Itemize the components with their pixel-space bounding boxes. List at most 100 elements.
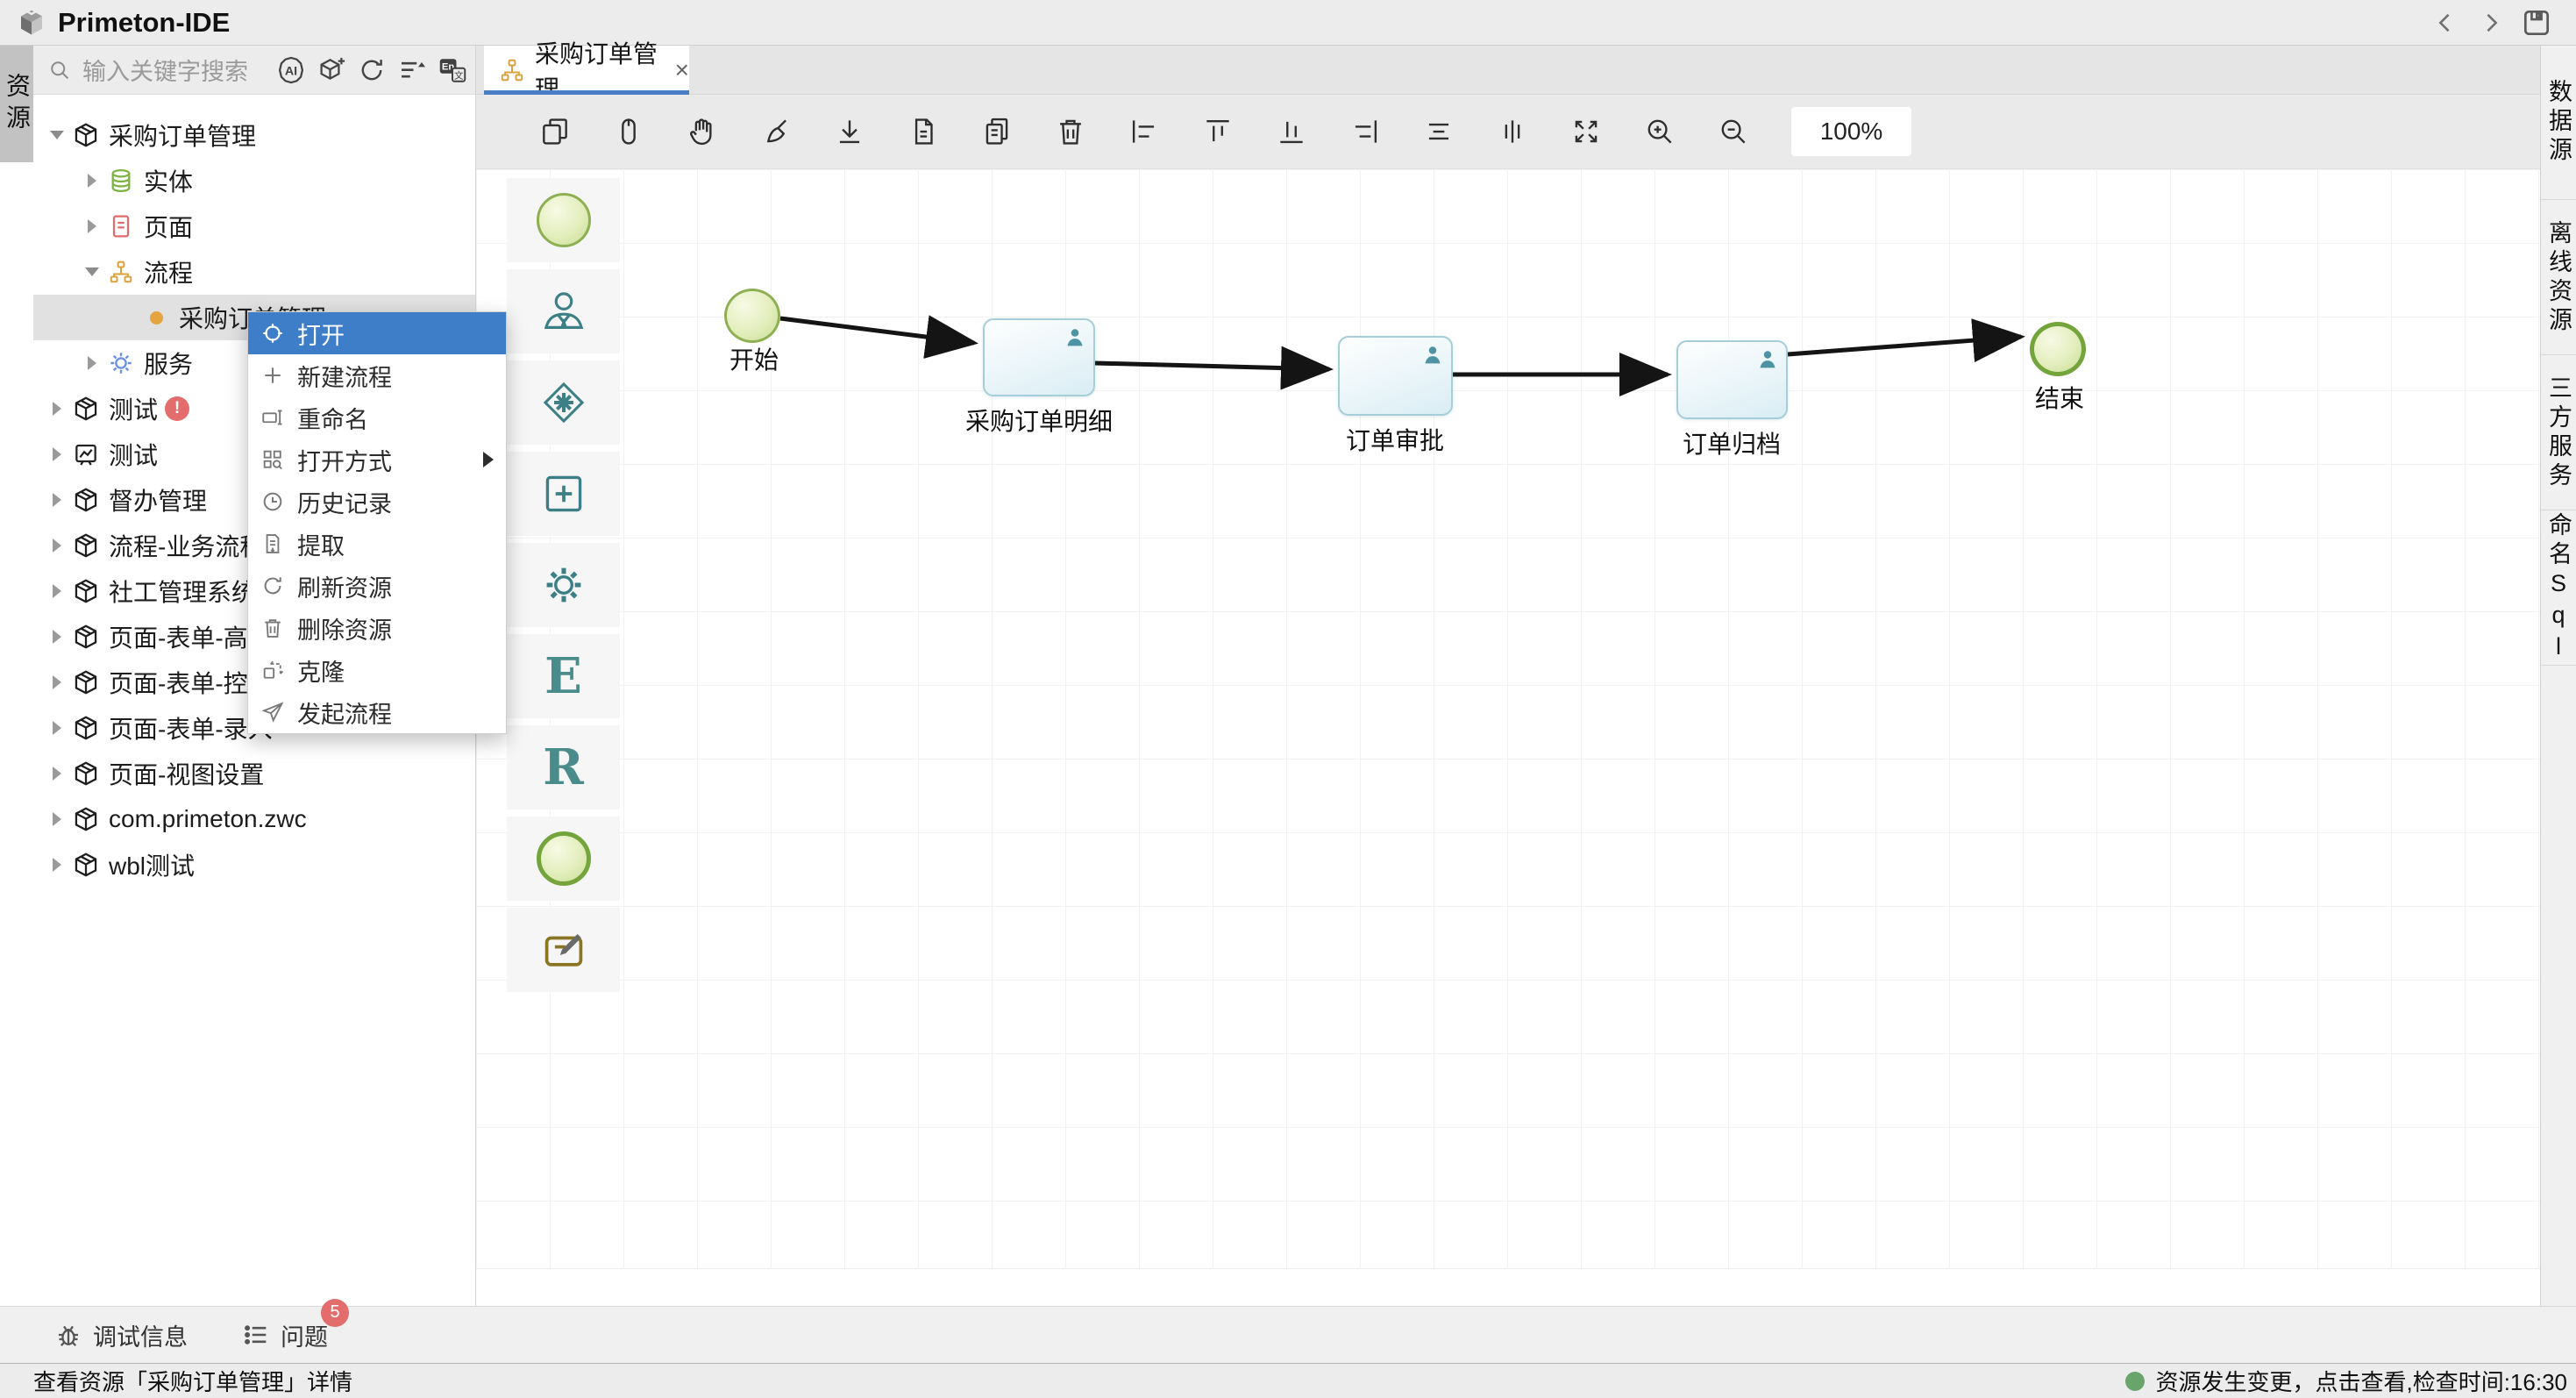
chevron-right-icon[interactable] <box>44 852 70 878</box>
align-left-icon[interactable] <box>1125 112 1163 151</box>
resource-change-notice[interactable]: 资源发生变更，点击查看,检查时间:16:30 <box>2125 1365 2567 1397</box>
task-label-order-approval: 订单审批 <box>1346 422 1444 457</box>
palette-note[interactable] <box>507 908 620 992</box>
search-bar[interactable]: 输入关键字搜索 AI En文 <box>33 46 475 95</box>
sidebar-tab-datasource[interactable]: 数据源 <box>2541 46 2576 200</box>
nav-forward-icon[interactable] <box>2474 6 2508 39</box>
copy-docs-icon[interactable] <box>978 112 1016 151</box>
menu-item-label: 刷新资源 <box>297 569 494 603</box>
palette-user-task[interactable] <box>507 269 620 353</box>
ai-assistant-icon[interactable]: AI <box>275 54 307 86</box>
tab-close-icon[interactable]: × <box>675 56 689 84</box>
entity-letter-icon: E <box>544 647 582 705</box>
chevron-down-icon[interactable] <box>79 259 105 285</box>
menu-item-target[interactable]: 打开 <box>248 312 506 354</box>
tab-purchase-order[interactable]: 采购订单管理 × <box>484 46 689 95</box>
chevron-right-icon[interactable] <box>44 578 70 604</box>
align-right-icon[interactable] <box>1346 112 1384 151</box>
tree-item-label: 页面 <box>144 209 193 244</box>
problems-tab[interactable]: 问题 5 <box>240 1318 328 1352</box>
zoom-in-icon[interactable] <box>1640 112 1679 151</box>
task-node-order-archive[interactable] <box>1676 340 1788 419</box>
chevron-right-icon[interactable] <box>44 715 70 741</box>
chevron-right-icon[interactable] <box>44 487 70 513</box>
search-icon <box>47 58 72 82</box>
tree-item[interactable]: 采购订单管理 <box>33 112 475 158</box>
chevron-right-icon[interactable] <box>44 760 70 787</box>
align-top-icon[interactable] <box>1199 112 1237 151</box>
end-event-node[interactable] <box>2030 322 2086 376</box>
menu-item-open-with[interactable]: 打开方式 <box>248 439 506 481</box>
tree-item[interactable]: 页面 <box>33 203 475 249</box>
tree-item[interactable]: 页面-视图设置 <box>33 751 475 796</box>
menu-item-launch[interactable]: 发起流程 <box>248 691 506 733</box>
chevron-right-icon[interactable] <box>44 396 70 422</box>
palette-service-task[interactable] <box>507 543 620 627</box>
menu-item-clone[interactable]: 克隆 <box>248 649 506 691</box>
delete-icon <box>260 616 285 640</box>
palette-entity-letter[interactable]: E <box>507 634 620 718</box>
tree-item[interactable]: wbl测试 <box>33 842 475 888</box>
palette-rule-letter[interactable]: R <box>507 725 620 810</box>
palette-start-event[interactable] <box>507 178 620 262</box>
trash-icon[interactable] <box>1051 112 1090 151</box>
chevron-right-icon[interactable] <box>79 213 105 239</box>
broom-icon[interactable] <box>757 112 795 151</box>
download-icon[interactable] <box>830 112 869 151</box>
sidebar-tab-third-party-services[interactable]: 三方服务 <box>2541 356 2576 510</box>
save-icon[interactable] <box>2520 6 2553 39</box>
new-module-icon[interactable] <box>316 54 347 86</box>
refresh-icon[interactable] <box>356 54 388 86</box>
menu-item-delete[interactable]: 删除资源 <box>248 607 506 649</box>
distribute-v-icon[interactable] <box>1493 112 1532 151</box>
fit-screen-icon[interactable] <box>1567 112 1605 151</box>
tree-item[interactable]: 实体 <box>33 158 475 203</box>
debug-info-tab[interactable]: 调试信息 <box>53 1318 188 1352</box>
menu-item-rename[interactable]: 重命名 <box>248 396 506 439</box>
task-node-order-approval[interactable] <box>1338 336 1453 416</box>
menu-item-label: 删除资源 <box>297 611 494 646</box>
chevron-right-icon[interactable] <box>44 441 70 467</box>
task-node-purchase-detail[interactable] <box>983 318 1095 396</box>
user-task-icon <box>539 287 588 336</box>
translate-icon[interactable]: En文 <box>437 54 468 86</box>
copy-shape-icon[interactable] <box>536 112 574 151</box>
diagram-toolbar: 100% <box>476 95 2540 169</box>
package-icon <box>70 577 102 605</box>
sidebar-tab-offline-resources[interactable]: 离线资源 <box>2541 201 2576 355</box>
menu-item-refresh[interactable]: 刷新资源 <box>248 565 506 607</box>
center-h-icon[interactable] <box>1420 112 1458 151</box>
chevron-right-icon[interactable] <box>79 168 105 194</box>
zoom-level-display[interactable]: 100% <box>1791 107 1911 156</box>
menu-item-extract[interactable]: 提取 <box>248 523 506 565</box>
bug-icon <box>53 1319 84 1351</box>
package-icon <box>70 714 102 742</box>
package-icon <box>70 486 102 514</box>
tree-item[interactable]: com.primeton.zwc <box>33 796 475 842</box>
chevron-right-icon[interactable] <box>44 624 70 650</box>
palette-gateway[interactable] <box>507 360 620 445</box>
chevron-right-icon[interactable] <box>44 806 70 832</box>
palette-end-event[interactable] <box>507 817 620 901</box>
palette-subprocess[interactable] <box>507 452 620 536</box>
sort-filter-icon[interactable] <box>396 54 428 86</box>
align-bottom-icon[interactable] <box>1272 112 1311 151</box>
chevron-right-icon[interactable] <box>79 350 105 376</box>
chevron-right-icon[interactable] <box>44 532 70 559</box>
chevron-down-icon[interactable] <box>44 122 70 148</box>
nav-back-icon[interactable] <box>2429 6 2462 39</box>
zoom-out-icon[interactable] <box>1714 112 1753 151</box>
activity-tab-resources[interactable]: 资源 <box>0 46 33 162</box>
sidebar-tab-named-sql[interactable]: 命名Sql <box>2541 511 2576 666</box>
diagram-canvas[interactable]: ER 开始 采购订单明细 订单审批 订单归档 结束 <box>476 169 2540 1306</box>
menu-item-history[interactable]: 历史记录 <box>248 481 506 523</box>
chevron-right-icon[interactable] <box>44 669 70 695</box>
hand-icon[interactable] <box>683 112 722 151</box>
tree-item-label: com.primeton.zwc <box>109 805 307 833</box>
start-event-node[interactable] <box>724 289 780 343</box>
mouse-icon[interactable] <box>609 112 648 151</box>
start-event-icon <box>537 193 591 247</box>
document-icon[interactable] <box>904 112 943 151</box>
menu-item-plus[interactable]: 新建流程 <box>248 354 506 396</box>
tree-item[interactable]: 流程 <box>33 249 475 295</box>
